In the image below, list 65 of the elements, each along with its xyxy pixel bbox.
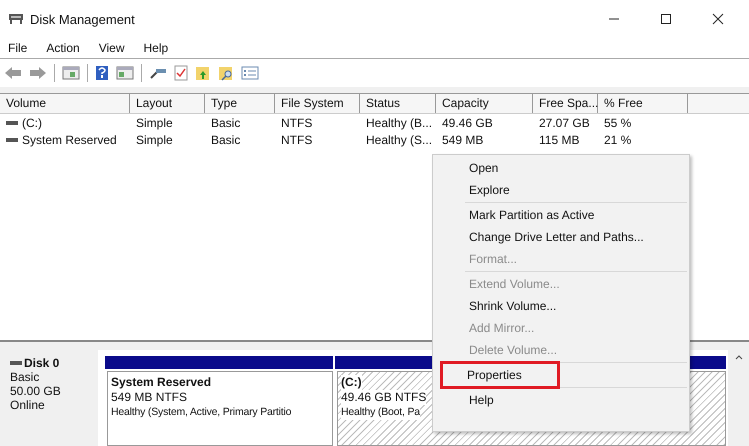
table-cell: Healthy (B... <box>366 116 432 130</box>
forward-arrow-icon[interactable] <box>29 66 47 80</box>
partition-status: Healthy (Boot, Pa <box>341 405 420 420</box>
table-cell: 49.46 GB <box>442 116 493 130</box>
partition-size: 49.46 GB NTFS <box>341 390 426 405</box>
column-header[interactable]: File System <box>275 94 360 113</box>
menu-item[interactable]: Properties <box>443 364 557 386</box>
table-cell: 549 MB <box>442 132 484 146</box>
partition-name: (C:) <box>341 375 362 390</box>
scroll-up-icon[interactable] <box>734 354 742 360</box>
table-cell: 21 % <box>604 132 632 146</box>
column-header[interactable]: Capacity <box>436 94 533 113</box>
table-cell: Healthy (S... <box>366 132 432 146</box>
partition-status: Healthy (System, Active, Primary Partitio <box>111 405 292 420</box>
panel-icon[interactable] <box>62 66 80 80</box>
table-cell: Basic <box>211 116 240 130</box>
table-cell: Simple <box>136 132 173 146</box>
menu-item[interactable]: Open <box>435 157 687 179</box>
drive-icon <box>10 360 22 366</box>
folder-search-icon[interactable] <box>218 65 234 81</box>
window-title: Disk Management <box>30 12 135 26</box>
partition-block[interactable]: System Reserved 549 MB NTFS Healthy (System, Active, Primary Partitio <box>107 371 333 446</box>
table-cell: Simple <box>136 116 173 130</box>
list-icon[interactable] <box>241 66 259 80</box>
drive-icon <box>6 136 18 142</box>
disk-size: 50.00 GB <box>10 384 62 398</box>
maximize-icon[interactable] <box>660 13 672 25</box>
column-header[interactable]: Type <box>205 94 275 113</box>
menu-item[interactable]: Change Drive Letter and Paths... <box>435 226 687 248</box>
back-arrow-icon[interactable] <box>4 66 22 80</box>
menu-item[interactable]: Help <box>144 41 168 55</box>
column-header[interactable]: % Free <box>598 94 688 113</box>
table-cell: NTFS <box>281 116 312 130</box>
disk-status: Online <box>10 398 46 412</box>
table-cell: System Reserved <box>22 132 117 146</box>
disk-icon <box>8 12 24 26</box>
disk-name: Disk 0 <box>24 356 60 370</box>
connect-icon[interactable] <box>149 66 167 80</box>
menu-item[interactable]: Explore <box>435 179 687 201</box>
drive-icon <box>6 120 18 126</box>
table-cell: 115 MB <box>539 132 580 146</box>
table-row[interactable]: (C:) Simple Basic NTFS Healthy (B... 49.46 GB 27.07 GB 55 % <box>0 114 749 131</box>
close-icon[interactable] <box>712 13 724 25</box>
table-row[interactable]: System Reserved Simple Basic NTFS Healthy (S... 549 MB 115 MB 21 % <box>0 131 749 148</box>
menu-item[interactable]: View <box>98 41 124 55</box>
panel-icon[interactable] <box>116 66 134 80</box>
disk-type: Basic <box>10 370 40 384</box>
menu-item[interactable]: Help <box>435 389 687 411</box>
table-cell: Basic <box>211 132 240 146</box>
table-cell: 27.07 GB <box>539 116 590 130</box>
column-header[interactable]: Status <box>360 94 436 113</box>
partition-name: System Reserved <box>111 375 212 390</box>
table-cell: (C:) <box>22 116 42 130</box>
table-cell: NTFS <box>281 132 312 146</box>
column-header[interactable]: Volume <box>0 94 130 113</box>
column-header[interactable]: Free Spa... <box>533 94 598 113</box>
menu-item[interactable]: Mark Partition as Active <box>435 204 687 226</box>
partition-size: 549 MB NTFS <box>111 390 188 405</box>
menu-item[interactable]: Shrink Volume... <box>435 295 687 317</box>
checklist-icon[interactable] <box>174 65 188 81</box>
column-header[interactable]: Layout <box>130 94 205 113</box>
help-icon[interactable] <box>95 65 109 81</box>
menu-item[interactable]: File <box>8 41 28 55</box>
table-cell: 55 % <box>604 116 632 130</box>
menu-item[interactable]: Action <box>46 41 80 55</box>
